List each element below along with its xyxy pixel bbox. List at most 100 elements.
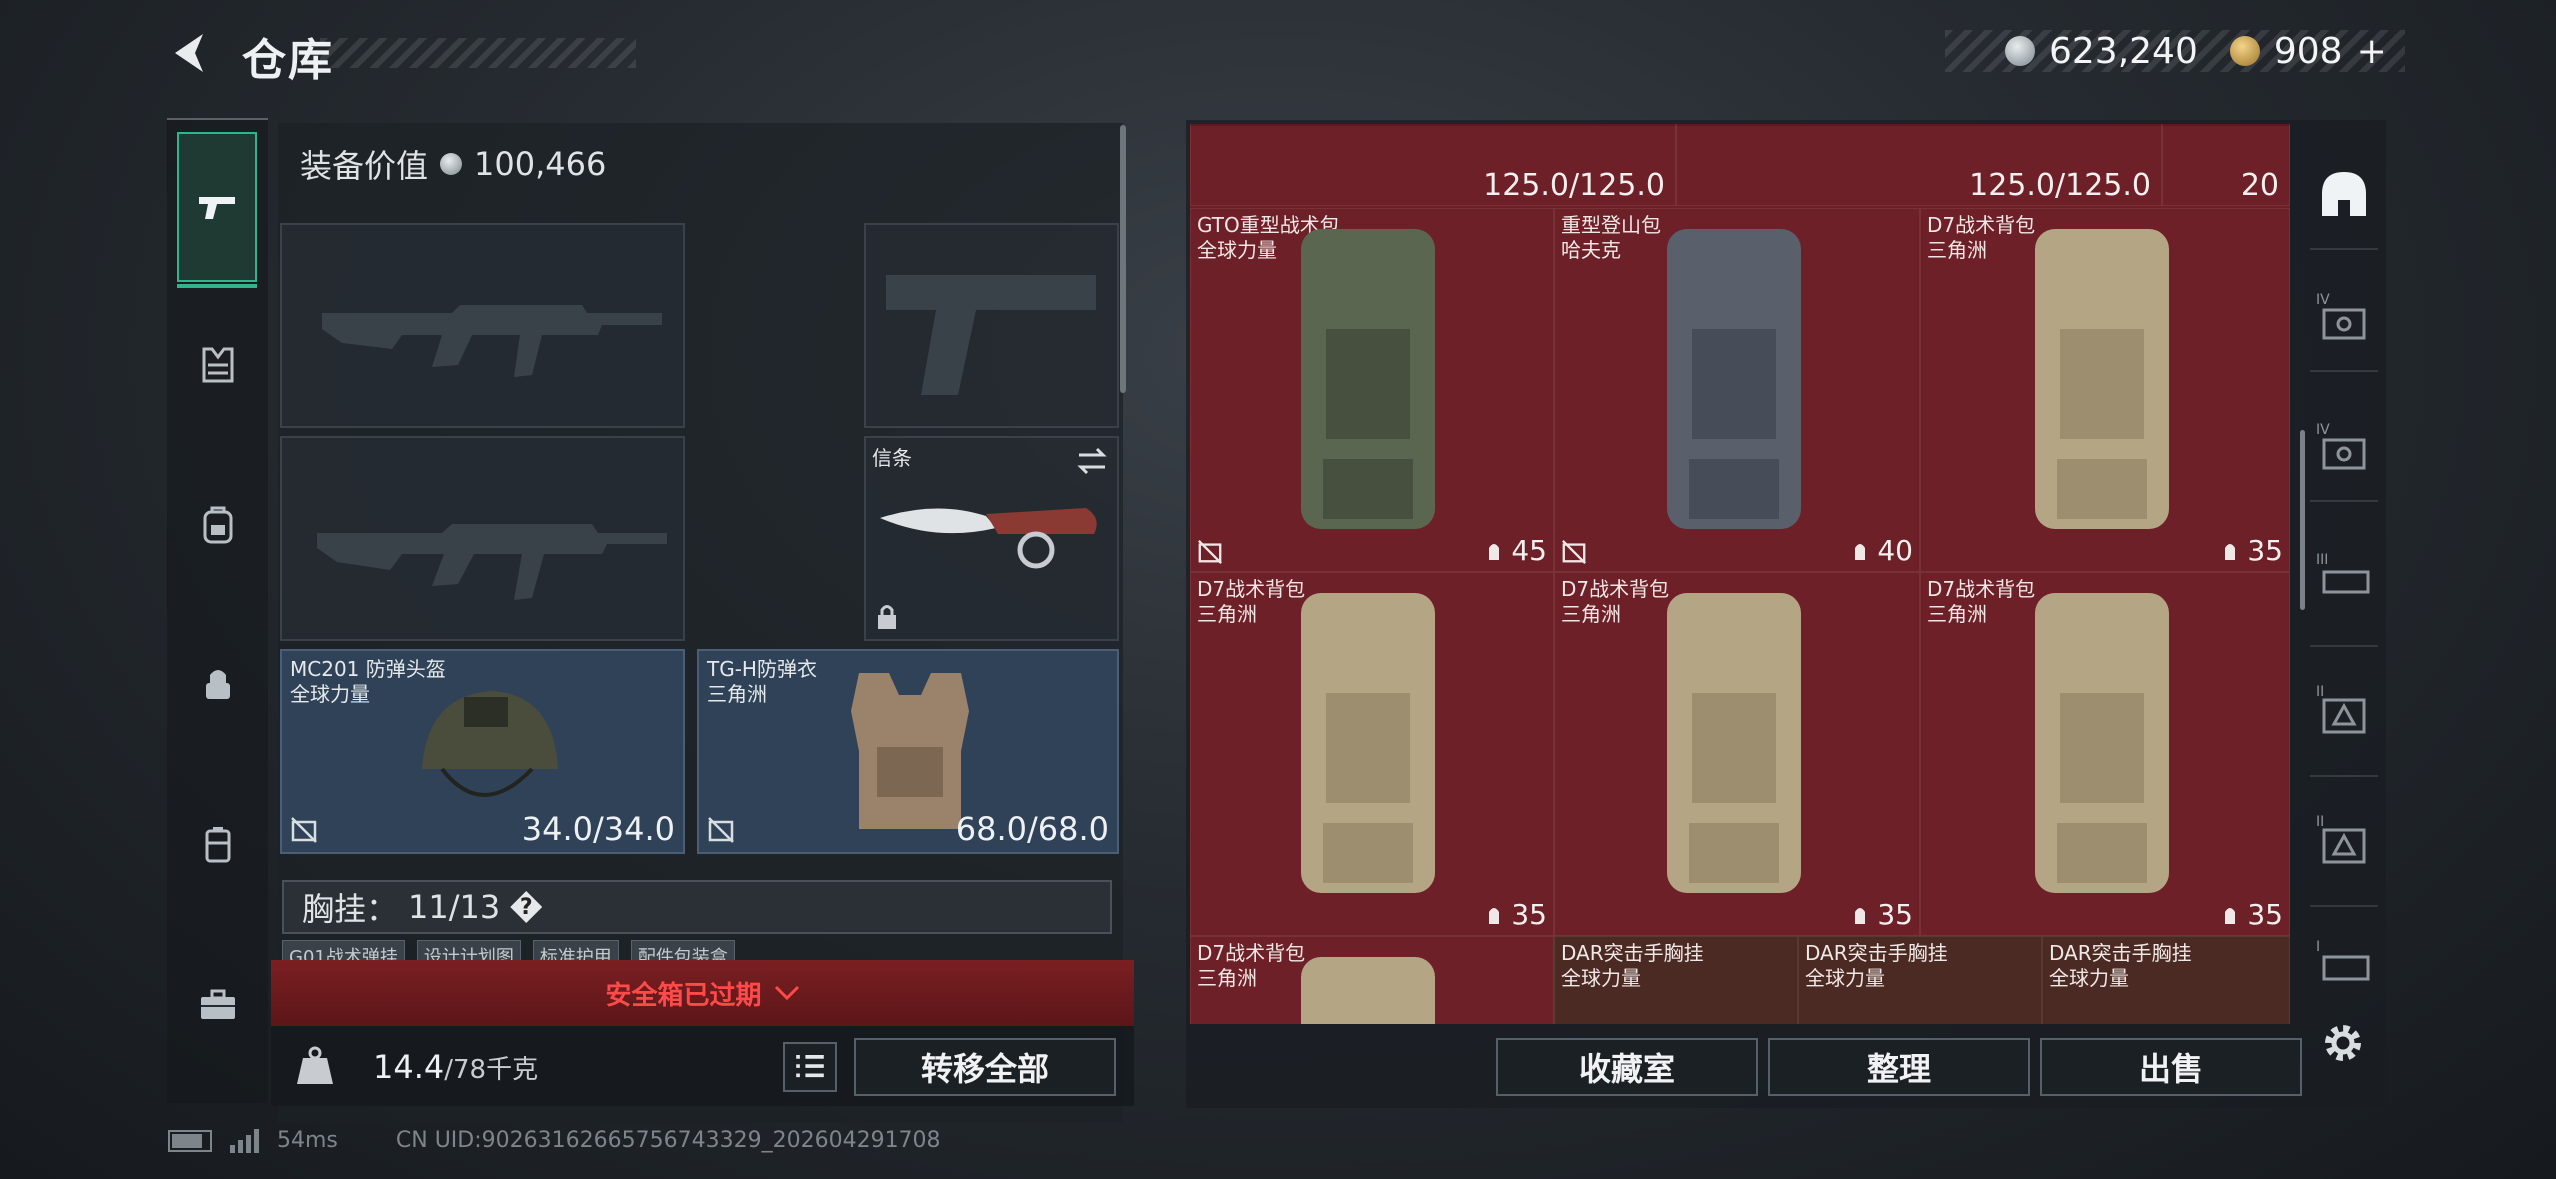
silver-coin-icon xyxy=(440,153,463,175)
lock-icon xyxy=(878,605,896,629)
chest-rig-bar[interactable]: 胸挂： 11/13 ? xyxy=(282,880,1112,934)
no-insurance-icon xyxy=(291,817,317,843)
rig-items-peek: G01战术弹挂 设计计划图 标准护甲 配件包装盒 xyxy=(282,940,1112,962)
sell-button[interactable]: 出售 xyxy=(2040,1038,2302,1096)
category-rig[interactable] xyxy=(167,290,268,440)
stash-panel: 125.0/125.0 125.0/125.0 20 GTO重型战术包 全球力量 xyxy=(1186,120,2386,1108)
stash-item-backpack[interactable]: 重型登山包 哈夫克 40 xyxy=(1554,208,1920,572)
equip-value-label: 装备价值 xyxy=(300,147,429,185)
stash-item-backpack[interactable]: D7战术背包 三角洲 xyxy=(1190,936,1554,1024)
category-container[interactable] xyxy=(167,770,268,920)
rifle-silhouette-icon xyxy=(317,524,667,600)
item-durability: 125.0/125.0 xyxy=(1483,168,1665,203)
stash-item-rig[interactable]: DAR突击手胸挂 全球力量 xyxy=(1798,936,2042,1024)
backpack-icon xyxy=(1667,229,1801,529)
item-capacity: 40 xyxy=(1849,534,1913,567)
chest-rig-icon xyxy=(1799,937,2043,1024)
equip-value-amount: 100,466 xyxy=(474,145,607,183)
item-capacity: 45 xyxy=(1483,534,1547,567)
stash-item[interactable]: 125.0/125.0 xyxy=(1190,124,1676,206)
tier-ii-case-icon[interactable]: II xyxy=(2314,680,2374,740)
gold-coin-icon xyxy=(2229,36,2260,66)
primary-weapon-slot[interactable] xyxy=(280,223,685,428)
tier-i-case-icon[interactable]: I xyxy=(2314,935,2374,995)
filter-rail: IV IV III II II I xyxy=(2300,120,2388,1000)
safe-box-status: 安全箱已过期 xyxy=(605,980,762,1011)
divider xyxy=(2310,248,2378,250)
equip-value: 装备价值 100,466 xyxy=(300,141,606,187)
stash-item-backpack[interactable]: GTO重型战术包 全球力量 45 xyxy=(1190,208,1554,572)
item-capacity-value: 35 xyxy=(1877,898,1913,931)
melee-slot[interactable]: 信条 xyxy=(864,436,1119,641)
organize-button[interactable]: 整理 xyxy=(1768,1038,2030,1096)
backpack-icon xyxy=(203,506,232,544)
tier-iv-case-icon[interactable]: IV xyxy=(2314,418,2374,478)
tier-iii-case-icon[interactable]: III xyxy=(2314,548,2374,608)
item-capacity-value: 35 xyxy=(2247,898,2283,931)
safe-box-expired-banner[interactable]: 安全箱已过期 xyxy=(271,960,1134,1026)
filter-scrollbar[interactable] xyxy=(2300,430,2305,610)
rig-peek-item[interactable]: 标准护甲 xyxy=(532,940,619,962)
ping-value: 54ms xyxy=(277,1128,338,1153)
back-button[interactable] xyxy=(165,28,215,78)
stash-item-backpack[interactable]: D7战术背包 三角洲 35 xyxy=(1920,572,2290,936)
divider xyxy=(2310,500,2378,502)
pouch-icon xyxy=(205,670,230,699)
tier-ii-case-icon[interactable]: II xyxy=(2314,810,2374,870)
weight-current: 14.4 xyxy=(373,1048,445,1086)
add-currency-button[interactable]: + xyxy=(2357,31,2387,72)
category-pouch[interactable] xyxy=(167,610,268,760)
backpack-icon xyxy=(1667,593,1801,893)
stash-item-backpack[interactable]: D7战术背包 三角洲 35 xyxy=(1920,208,2290,572)
rig-peek-item[interactable]: 设计计划图 xyxy=(416,940,521,962)
category-backpack[interactable] xyxy=(167,450,268,600)
collection-button[interactable]: 收藏室 xyxy=(1496,1038,1758,1096)
capacity-icon xyxy=(2225,907,2236,924)
stash-item-backpack[interactable]: D7战术背包 三角洲 35 xyxy=(1554,572,1920,936)
category-weapons[interactable] xyxy=(177,132,257,288)
battery-icon xyxy=(168,1129,212,1152)
stash-item[interactable]: 125.0/125.0 xyxy=(1676,124,2162,206)
chest-rig-icon xyxy=(202,347,233,383)
stash-item[interactable]: 20 xyxy=(2162,124,2290,206)
transfer-all-button[interactable]: 转移全部 xyxy=(854,1038,1116,1096)
helmet-slot[interactable]: MC201 防弹头盔 全球力量 34.0/34.0 xyxy=(280,649,685,854)
stash-item-rig[interactable]: DAR突击手胸挂 全球力量 xyxy=(2042,936,2290,1024)
rig-peek-item[interactable]: 配件包装盒 xyxy=(630,940,735,962)
divider xyxy=(2310,645,2378,647)
signal-icon xyxy=(230,1128,259,1153)
sidearm-slot[interactable] xyxy=(864,223,1119,428)
category-toolbox[interactable] xyxy=(167,930,268,1080)
silver-amount: 623,240 xyxy=(2049,30,2198,72)
armor-slot[interactable]: TG-H防弹衣 三角洲 68.0/68.0 xyxy=(697,649,1119,854)
settings-gear-icon[interactable] xyxy=(2318,1018,2368,1068)
svg-text:IV: IV xyxy=(2316,292,2330,308)
item-capacity-value: 45 xyxy=(1511,534,1547,567)
category-rail xyxy=(167,118,268,1103)
currency-bar: 623,240 908 + xyxy=(1945,30,2405,72)
capacity-icon xyxy=(1855,907,1866,924)
item-capacity: 35 xyxy=(1483,898,1547,931)
stash-grid: 125.0/125.0 125.0/125.0 20 GTO重型战术包 全球力量 xyxy=(1190,124,2290,1024)
status-bar: 54ms CN UID:9026316266575674332​9_202604… xyxy=(168,1128,941,1153)
secondary-weapon-slot[interactable] xyxy=(280,436,685,641)
list-view-button[interactable] xyxy=(783,1042,837,1092)
item-capacity-value: 35 xyxy=(1511,898,1547,931)
silver-coin-icon xyxy=(2005,36,2035,66)
rifle-silhouette-icon xyxy=(322,305,662,377)
knife-icon xyxy=(880,508,1097,569)
item-capacity-value: 35 xyxy=(2247,534,2283,567)
backpack-icon xyxy=(1301,593,1435,893)
stash-item-rig[interactable]: DAR突击手胸挂 全球力量 xyxy=(1554,936,1798,1024)
tier-iv-case-icon[interactable]: IV xyxy=(2314,288,2374,348)
helmet-durability: 34.0/34.0 xyxy=(521,810,675,848)
stash-item-backpack[interactable]: D7战术背包 三角洲 35 xyxy=(1190,572,1554,936)
home-icon[interactable] xyxy=(2314,164,2374,224)
gold-amount: 908 xyxy=(2273,30,2343,72)
item-durability: 125.0/125.0 xyxy=(1969,168,2151,203)
capacity-icon xyxy=(1489,907,1500,924)
rig-label: 胸挂： xyxy=(302,890,399,928)
item-capacity: 35 xyxy=(2219,534,2283,567)
rig-peek-item[interactable]: G01战术弹挂 xyxy=(282,940,405,962)
rig-help-icon[interactable]: ? xyxy=(510,891,543,923)
